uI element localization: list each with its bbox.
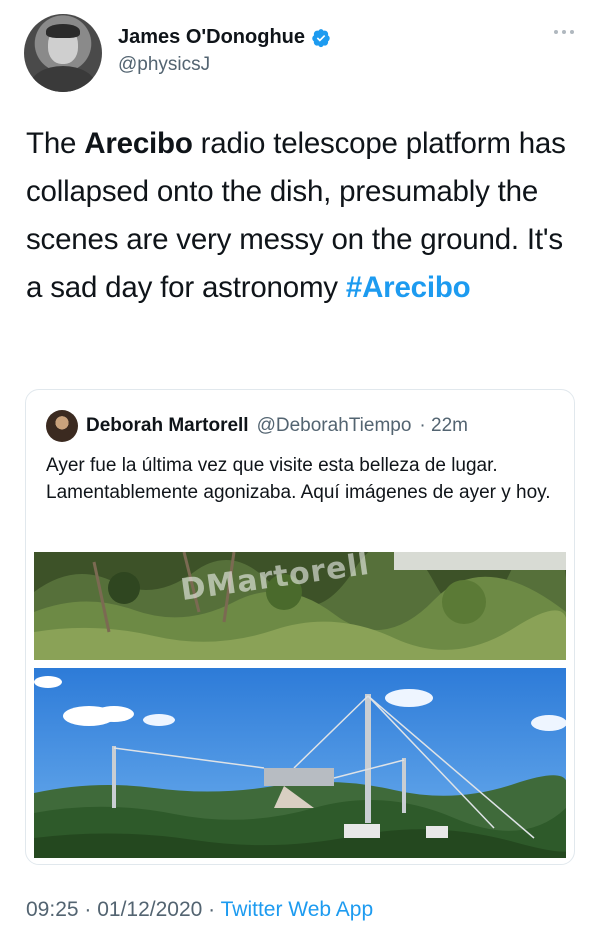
- quoted-photo-vegetation[interactable]: DMartorell: [34, 552, 566, 660]
- avatar-hair: [46, 24, 80, 38]
- author-avatar[interactable]: [24, 14, 102, 92]
- more-dot: [562, 30, 566, 34]
- author-display-name[interactable]: James O'Donoghue: [118, 26, 305, 49]
- quoted-tweet-text: Ayer fue la última vez que visite esta b…: [46, 455, 551, 503]
- tweet-header: James O'Donoghue @physicsJ: [24, 14, 576, 94]
- avatar-shoulders: [30, 66, 96, 92]
- quoted-tweet[interactable]: Deborah Martorell @DeborahTiempo · 22m A…: [25, 389, 575, 865]
- quoted-tweet-time: · 22m: [419, 415, 468, 436]
- tweet-text-before: The: [26, 127, 85, 160]
- quoted-author-name[interactable]: Deborah Martorell: [86, 415, 249, 437]
- more-options-icon[interactable]: [554, 30, 574, 34]
- quoted-author-handle[interactable]: @DeborahTiempo: [257, 415, 412, 437]
- tweet-timestamp[interactable]: 09:25 · 01/12/2020 ·: [26, 898, 215, 921]
- hashtag-link[interactable]: #Arecibo: [346, 271, 471, 304]
- more-dot: [570, 30, 574, 34]
- quoted-tweet-header: Deborah Martorell @DeborahTiempo · 22m: [46, 410, 468, 442]
- more-dot: [554, 30, 558, 34]
- quoted-author-avatar[interactable]: [46, 410, 78, 442]
- telescope-image: [34, 668, 566, 858]
- author-handle[interactable]: @physicsJ: [118, 54, 210, 76]
- tweet-footer: 09:25 · 01/12/2020 · Twitter Web App: [26, 898, 373, 922]
- quoted-photo-telescope[interactable]: [34, 668, 566, 858]
- tweet-text: The Arecibo radio telescope platform has…: [26, 120, 586, 312]
- tweet-bold-word: Arecibo: [84, 127, 193, 160]
- tweet-source-link[interactable]: Twitter Web App: [221, 898, 374, 921]
- verified-badge-icon: [312, 28, 330, 47]
- author-name-row[interactable]: James O'Donoghue: [118, 26, 331, 49]
